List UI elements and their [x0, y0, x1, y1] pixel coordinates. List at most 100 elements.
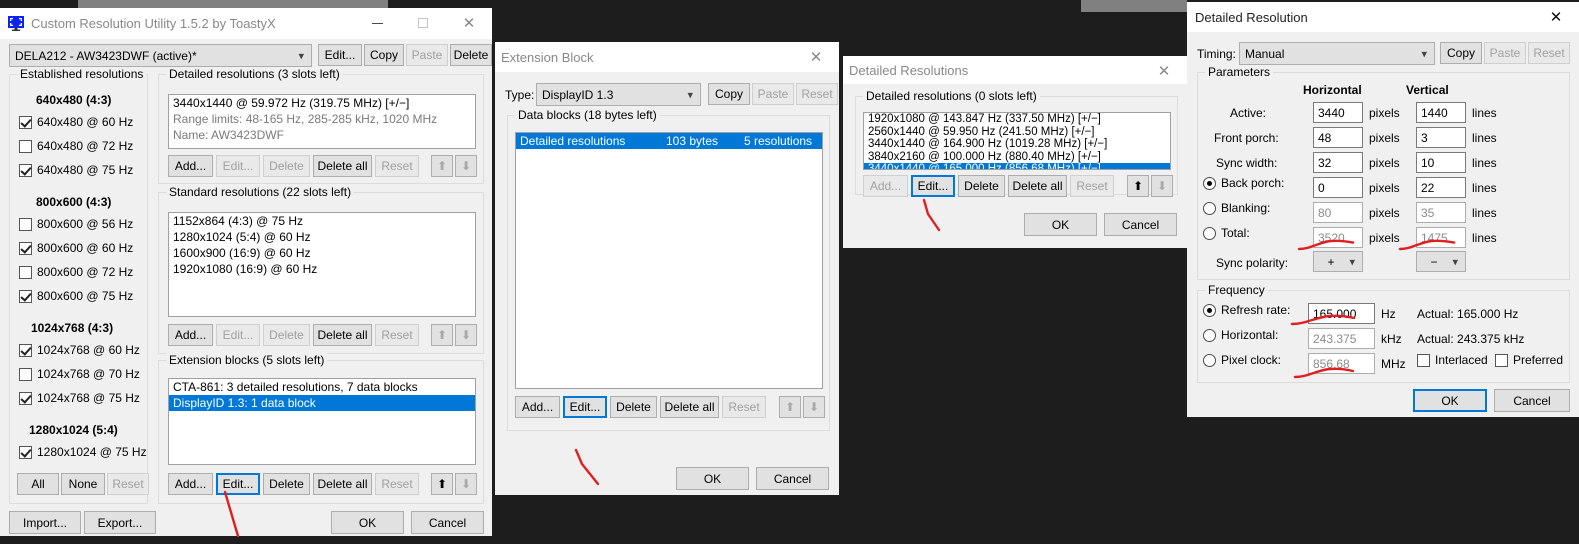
- extension-block-cancel-button[interactable]: Cancel: [756, 467, 829, 490]
- extension-block-ok-button[interactable]: OK: [676, 467, 749, 490]
- horizontal-frequency-input[interactable]: 243.375: [1308, 328, 1375, 349]
- detres-deleteall-button[interactable]: Delete all: [1008, 175, 1067, 197]
- list-item-selected[interactable]: 3440x1440 @ 165.000 Hz (856.68 MHz) [+/−…: [864, 163, 1170, 169]
- list-item[interactable]: 3840x2160 @ 100.000 Hz (880.40 MHz) [+/−…: [864, 151, 1170, 164]
- horizontal-frequency-radio[interactable]: Horizontal:: [1203, 328, 1278, 342]
- front-porch-horizontal-input[interactable]: 48: [1313, 127, 1363, 148]
- established-check-800x600-75[interactable]: 800x600 @ 75 Hz: [19, 289, 133, 303]
- detres-cancel-button[interactable]: Cancel: [1104, 213, 1177, 236]
- editor-ok-button[interactable]: OK: [1413, 389, 1487, 412]
- timing-combo[interactable]: Manual ▾: [1239, 42, 1435, 65]
- maximize-button[interactable]: [400, 8, 446, 38]
- established-check-1024x768-70[interactable]: 1024x768 @ 70 Hz: [19, 367, 140, 381]
- established-check-800x600-56[interactable]: 800x600 @ 56 Hz: [19, 217, 133, 231]
- established-check-800x600-60[interactable]: 800x600 @ 60 Hz: [19, 241, 133, 255]
- standard-deleteall-button[interactable]: Delete all: [313, 324, 372, 346]
- list-item[interactable]: CTA-861: 3 detailed resolutions, 7 data …: [169, 379, 475, 395]
- detres-move-up-button[interactable]: ⬆: [1127, 175, 1149, 197]
- list-item[interactable]: 3440x1440 @ 59.972 Hz (319.75 MHz) [+/−]: [169, 95, 475, 111]
- data-blocks-deleteall-button[interactable]: Delete all: [660, 396, 719, 418]
- detailed-resolutions-close-button[interactable]: ✕: [1141, 56, 1187, 86]
- main-ok-button[interactable]: OK: [331, 511, 404, 534]
- established-check-1280x1024-75[interactable]: 1280x1024 @ 75 Hz: [19, 445, 147, 459]
- extension-block-type-combo[interactable]: DisplayID 1.3 ▾: [536, 83, 701, 106]
- minimize-button[interactable]: [354, 8, 400, 38]
- established-all-button[interactable]: All: [17, 473, 59, 495]
- sync-width-horizontal-input[interactable]: 32: [1313, 152, 1363, 173]
- blanking-radio[interactable]: Blanking:: [1203, 201, 1270, 215]
- data-blocks-listbox[interactable]: Detailed resolutions 103 bytes 5 resolut…: [515, 132, 823, 389]
- established-check-640x480-60[interactable]: 640x480 @ 60 Hz: [19, 115, 133, 129]
- total-radio[interactable]: Total:: [1203, 226, 1250, 240]
- list-item[interactable]: 1920x1080 @ 143.847 Hz (337.50 MHz) [+/−…: [864, 113, 1170, 126]
- list-item[interactable]: 3440x1440 @ 164.900 Hz (1019.28 MHz) [+/…: [864, 138, 1170, 151]
- detres-delete-button[interactable]: Delete: [958, 175, 1005, 197]
- list-item[interactable]: Range limits: 48-165 Hz, 285-285 kHz, 10…: [169, 111, 475, 127]
- sync-polarity-horizontal-combo[interactable]: + ▾: [1313, 251, 1363, 272]
- detres-edit-button[interactable]: Edit...: [911, 175, 955, 197]
- edid-delete-button[interactable]: Delete: [450, 44, 492, 66]
- list-item[interactable]: 2560x1440 @ 59.950 Hz (241.50 MHz) [+/−]: [864, 126, 1170, 139]
- extension-blocks-add-button[interactable]: Add...: [168, 473, 213, 495]
- extension-block-close-button[interactable]: ✕: [793, 42, 839, 72]
- data-blocks-delete-button[interactable]: Delete: [610, 396, 657, 418]
- total-horizontal-input[interactable]: 3520: [1313, 227, 1363, 248]
- editor-copy-button[interactable]: Copy: [1440, 42, 1482, 64]
- list-item[interactable]: Name: AW3423DWF: [169, 127, 475, 143]
- established-check-800x600-72[interactable]: 800x600 @ 72 Hz: [19, 265, 133, 279]
- established-none-button[interactable]: None: [61, 473, 105, 495]
- established-check-1024x768-75[interactable]: 1024x768 @ 75 Hz: [19, 391, 140, 405]
- data-blocks-edit-button[interactable]: Edit...: [563, 396, 607, 418]
- list-item[interactable]: 1920x1080 (16:9) @ 60 Hz: [169, 261, 475, 277]
- main-detailed-deleteall-button[interactable]: Delete all: [313, 155, 372, 177]
- active-horizontal-input[interactable]: 3440: [1313, 102, 1363, 123]
- extension-blocks-delete-button[interactable]: Delete: [263, 473, 310, 495]
- list-item-selected[interactable]: DisplayID 1.3: 1 data block: [169, 395, 475, 411]
- extension-blocks-listbox[interactable]: CTA-861: 3 detailed resolutions, 7 data …: [168, 378, 476, 465]
- data-blocks-add-button[interactable]: Add...: [515, 396, 560, 418]
- extension-blocks-move-up-button[interactable]: ⬆: [431, 473, 453, 495]
- sync-polarity-vertical-combo[interactable]: − ▾: [1416, 251, 1466, 272]
- main-detailed-listbox[interactable]: 3440x1440 @ 59.972 Hz (319.75 MHz) [+/−]…: [168, 94, 476, 149]
- preferred-checkbox[interactable]: Preferred: [1495, 353, 1563, 367]
- refresh-rate-input[interactable]: 165.000: [1308, 303, 1375, 324]
- blanking-vertical-input[interactable]: 35: [1416, 202, 1466, 223]
- standard-add-button[interactable]: Add...: [168, 324, 213, 346]
- established-check-640x480-75[interactable]: 640x480 @ 75 Hz: [19, 163, 133, 177]
- extension-blocks-edit-button[interactable]: Edit...: [216, 473, 260, 495]
- extension-block-copy-button[interactable]: Copy: [708, 83, 750, 105]
- main-detailed-add-button[interactable]: Add...: [168, 155, 213, 177]
- detres-ok-button[interactable]: OK: [1024, 213, 1097, 236]
- export-button[interactable]: Export...: [84, 511, 156, 534]
- established-check-1024x768-60[interactable]: 1024x768 @ 60 Hz: [19, 343, 140, 357]
- edid-copy-button[interactable]: Copy: [364, 44, 404, 66]
- extension-blocks-deleteall-button[interactable]: Delete all: [313, 473, 372, 495]
- refresh-rate-radio[interactable]: Refresh rate:: [1203, 303, 1290, 317]
- detailed-resolutions-listbox[interactable]: 1920x1080 @ 143.847 Hz (337.50 MHz) [+/−…: [863, 112, 1171, 170]
- active-vertical-input[interactable]: 1440: [1416, 102, 1466, 123]
- list-item-selected[interactable]: Detailed resolutions 103 bytes 5 resolut…: [516, 133, 822, 149]
- pixel-clock-radio[interactable]: Pixel clock:: [1203, 353, 1281, 367]
- editor-cancel-button[interactable]: Cancel: [1494, 389, 1570, 412]
- front-porch-vertical-input[interactable]: 3: [1416, 127, 1466, 148]
- chevron-down-icon: ▾: [687, 88, 693, 101]
- import-button[interactable]: Import...: [9, 511, 81, 534]
- sync-width-vertical-input[interactable]: 10: [1416, 152, 1466, 173]
- total-vertical-input[interactable]: 1475: [1416, 227, 1466, 248]
- established-check-640x480-72[interactable]: 640x480 @ 72 Hz: [19, 139, 133, 153]
- main-cancel-button[interactable]: Cancel: [411, 511, 484, 534]
- close-button[interactable]: ✕: [446, 8, 492, 38]
- blanking-horizontal-input[interactable]: 80: [1313, 202, 1363, 223]
- display-selector-combo[interactable]: DELA212 - AW3423DWF (active)* ▾: [9, 44, 312, 67]
- edid-edit-button[interactable]: Edit...: [318, 44, 362, 66]
- editor-close-button[interactable]: ✕: [1533, 2, 1579, 32]
- list-item[interactable]: 1600x900 (16:9) @ 60 Hz: [169, 245, 475, 261]
- back-porch-vertical-input[interactable]: 22: [1416, 177, 1466, 198]
- back-porch-horizontal-input[interactable]: 0: [1313, 177, 1363, 198]
- back-porch-radio[interactable]: Back porch:: [1203, 176, 1284, 190]
- interlaced-checkbox[interactable]: Interlaced: [1417, 353, 1488, 367]
- standard-listbox[interactable]: 1152x864 (4:3) @ 75 Hz 1280x1024 (5:4) @…: [168, 212, 476, 317]
- list-item[interactable]: 1280x1024 (5:4) @ 60 Hz: [169, 229, 475, 245]
- pixel-clock-input[interactable]: 856.68: [1308, 353, 1375, 374]
- list-item[interactable]: 1152x864 (4:3) @ 75 Hz: [169, 213, 475, 229]
